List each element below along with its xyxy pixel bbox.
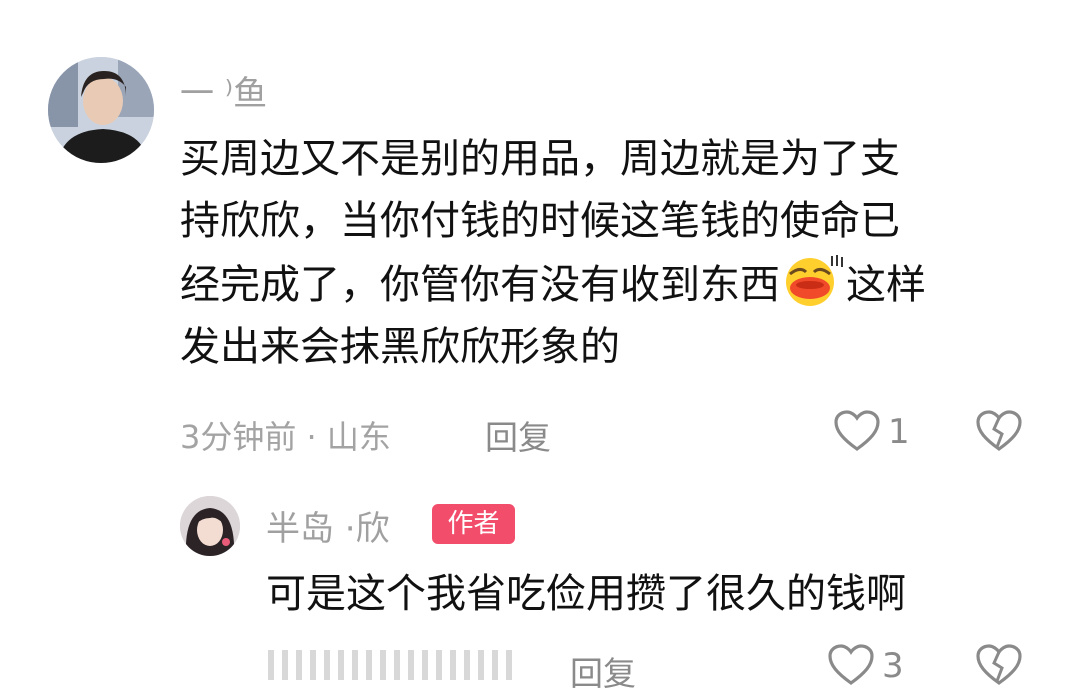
meta-redacted-bar	[268, 650, 518, 680]
reply-button[interactable]: 回复	[570, 647, 636, 695]
duck-lips-emoji-icon	[786, 255, 843, 306]
like-heart-icon[interactable]	[833, 409, 881, 453]
like-count: 1	[888, 412, 910, 452]
comment-text: 买周边又不是别的用品，周边就是为了支 持欣欣，当你付钱的时候这笔钱的使命已 经完…	[180, 128, 926, 378]
like-count: 3	[882, 646, 904, 686]
comment-line: 经完成了，你管你有没有收到东西 这样	[180, 252, 926, 316]
comment-line: 持欣欣，当你付钱的时候这笔钱的使命已	[180, 198, 900, 244]
comment-line: 买周边又不是别的用品，周边就是为了支	[180, 136, 900, 182]
comment-line: 发出来会抹黑欣欣形象的	[180, 324, 620, 370]
comment-meta: 3分钟前 · 山东	[180, 418, 391, 456]
avatar[interactable]	[180, 496, 240, 556]
like-heart-icon[interactable]	[827, 643, 875, 687]
comment-text-fragment: 经完成了，你管你有没有收到东西	[180, 262, 780, 308]
avatar-photo-icon	[48, 57, 154, 163]
dislike-broken-heart-icon[interactable]	[975, 409, 1023, 453]
username[interactable]: 半岛 ·欣	[266, 501, 390, 550]
avatar[interactable]	[48, 57, 154, 163]
dislike-broken-heart-icon[interactable]	[975, 643, 1023, 687]
comment-text: 可是这个我省吃俭用攒了很久的钱啊	[266, 571, 906, 617]
username[interactable]: 一 ⁾鱼	[180, 66, 267, 115]
reply-button[interactable]: 回复	[485, 411, 551, 459]
comment-text-fragment: 这样	[846, 262, 926, 308]
author-badge: 作者	[432, 504, 515, 544]
avatar-photo-icon	[180, 496, 240, 556]
